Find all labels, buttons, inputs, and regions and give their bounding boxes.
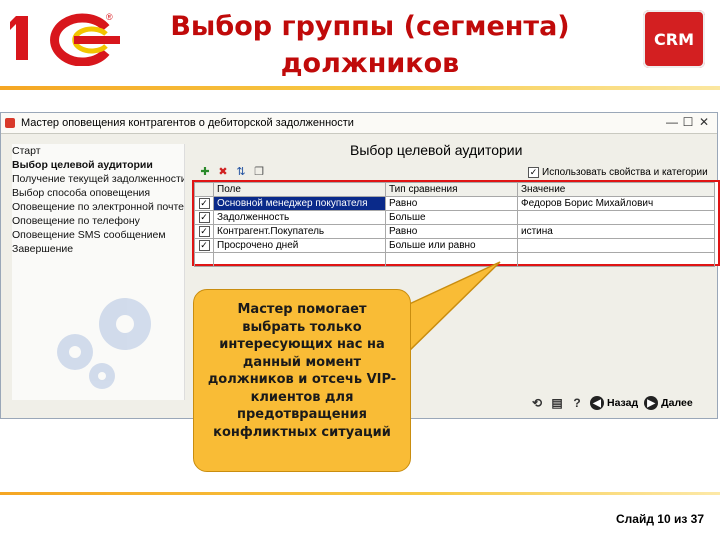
field-cell[interactable]: Контрагент.Покупатель [213, 224, 386, 239]
move-icon[interactable]: ⇅ [234, 165, 248, 178]
wizard-footer: ⟲ ▤ ? ◀ Назад ▶ Далее [530, 396, 693, 410]
wizard-step[interactable]: Выбор целевой аудитории [12, 158, 184, 172]
slide-number: Слайд 10 из 37 [616, 512, 704, 526]
app-icon [5, 118, 15, 128]
back-label: Назад [607, 397, 639, 409]
wizard-step[interactable]: Выбор способа оповещения [12, 186, 184, 200]
slide-title: Выбор группы (сегмента) должников [170, 11, 570, 79]
wizard-step[interactable]: Оповещение SMS сообщением [12, 228, 184, 242]
use-properties-checkbox[interactable]: ✓ [528, 167, 539, 178]
help-icon[interactable]: ? [570, 396, 584, 410]
refresh-icon[interactable]: ⟲ [530, 396, 544, 410]
row-checkbox[interactable]: ✓ [194, 210, 214, 225]
table-row[interactable]: ✓ Контрагент.Покупатель Равно истина [194, 224, 715, 239]
wizard-step[interactable]: Оповещение по электронной почте [12, 200, 184, 214]
next-button[interactable]: ▶ Далее [644, 396, 693, 410]
back-arrow-icon: ◀ [590, 396, 604, 410]
filter-table: Поле Тип сравнения Значение ✓ Основной ме… [194, 182, 715, 267]
window-title: Мастер оповещения контрагентов о дебитор… [21, 117, 354, 129]
table-header-row: Поле Тип сравнения Значение [194, 182, 715, 197]
comparison-cell[interactable]: Больше или равно [385, 238, 518, 253]
value-cell[interactable] [517, 238, 715, 253]
wizard-steps-list: Старт Выбор целевой аудитории Получение те… [12, 144, 184, 256]
field-cell[interactable]: Основной менеджер покупателя [213, 196, 386, 211]
next-label: Далее [661, 397, 693, 409]
close-button[interactable]: ✕ [697, 115, 711, 129]
wizard-step[interactable]: Получение текущей задолженности [12, 172, 184, 186]
empty-row [194, 252, 715, 267]
checkbox[interactable]: ✓ [198, 226, 210, 237]
column-header-comparison[interactable]: Тип сравнения [385, 182, 518, 197]
svg-text:®: ® [106, 12, 113, 22]
add-icon[interactable]: ✚ [198, 165, 212, 178]
1c-logo: ® [10, 12, 120, 66]
wizard-step[interactable]: Старт [12, 144, 184, 158]
next-arrow-icon: ▶ [644, 396, 659, 410]
field-cell[interactable]: Просрочено дней [213, 238, 386, 253]
comparison-cell[interactable]: Равно [385, 196, 518, 211]
print-icon[interactable]: ▤ [550, 396, 564, 410]
window-titlebar: Мастер оповещения контрагентов о дебитор… [1, 113, 717, 134]
checkbox-column-header [194, 182, 214, 197]
copy-icon[interactable]: ❐ [252, 165, 266, 178]
checkbox[interactable]: ✓ [198, 198, 210, 209]
wizard-step[interactable]: Оповещение по телефону [12, 214, 184, 228]
field-cell[interactable]: Задолженность [213, 210, 386, 225]
footer-divider [0, 492, 720, 495]
empty-cell [213, 252, 386, 267]
value-cell[interactable]: Федоров Борис Михайлович [517, 196, 715, 211]
row-checkbox[interactable]: ✓ [194, 196, 214, 211]
row-checkbox[interactable]: ✓ [194, 224, 214, 239]
comparison-cell[interactable]: Равно [385, 224, 518, 239]
value-cell[interactable] [517, 210, 715, 225]
column-header-field[interactable]: Поле [213, 182, 386, 197]
table-row[interactable]: ✓ Основной менеджер покупателя Равно Федоро… [194, 196, 715, 211]
checkbox[interactable]: ✓ [198, 212, 210, 223]
filter-toolbar: ✚ ✖ ⇅ ❐ [198, 165, 266, 178]
table-row[interactable]: ✓ Просрочено дней Больше или равно [194, 238, 715, 253]
row-checkbox[interactable]: ✓ [194, 238, 214, 253]
value-cell[interactable]: истина [517, 224, 715, 239]
delete-icon[interactable]: ✖ [216, 165, 230, 178]
gears-decoration [57, 298, 151, 389]
table-row[interactable]: ✓ Задолженность Больше [194, 210, 715, 225]
back-button[interactable]: ◀ Назад [590, 396, 638, 410]
crm-badge: CRM [643, 10, 705, 68]
filter-table-frame: Поле Тип сравнения Значение ✓ Основной ме… [192, 180, 720, 267]
use-properties-option[interactable]: ✓ Использовать свойства и категории [528, 167, 708, 178]
panel-title: Выбор целевой аудитории [350, 142, 523, 158]
wizard-step[interactable]: Завершение [12, 242, 184, 256]
callout-note: Мастер помогает выбрать только интересую… [193, 289, 411, 472]
wizard-steps-panel: Старт Выбор целевой аудитории Получение те… [12, 144, 185, 400]
minimize-button[interactable]: — [665, 115, 679, 129]
empty-cell [385, 252, 518, 267]
maximize-button[interactable]: ☐ [681, 115, 695, 129]
empty-cell [194, 252, 214, 267]
empty-cell [517, 252, 715, 267]
checkbox[interactable]: ✓ [198, 240, 210, 251]
comparison-cell[interactable]: Больше [385, 210, 518, 225]
header-divider [0, 86, 720, 90]
column-header-value[interactable]: Значение [517, 182, 715, 197]
use-properties-label: Использовать свойства и категории [542, 167, 708, 178]
